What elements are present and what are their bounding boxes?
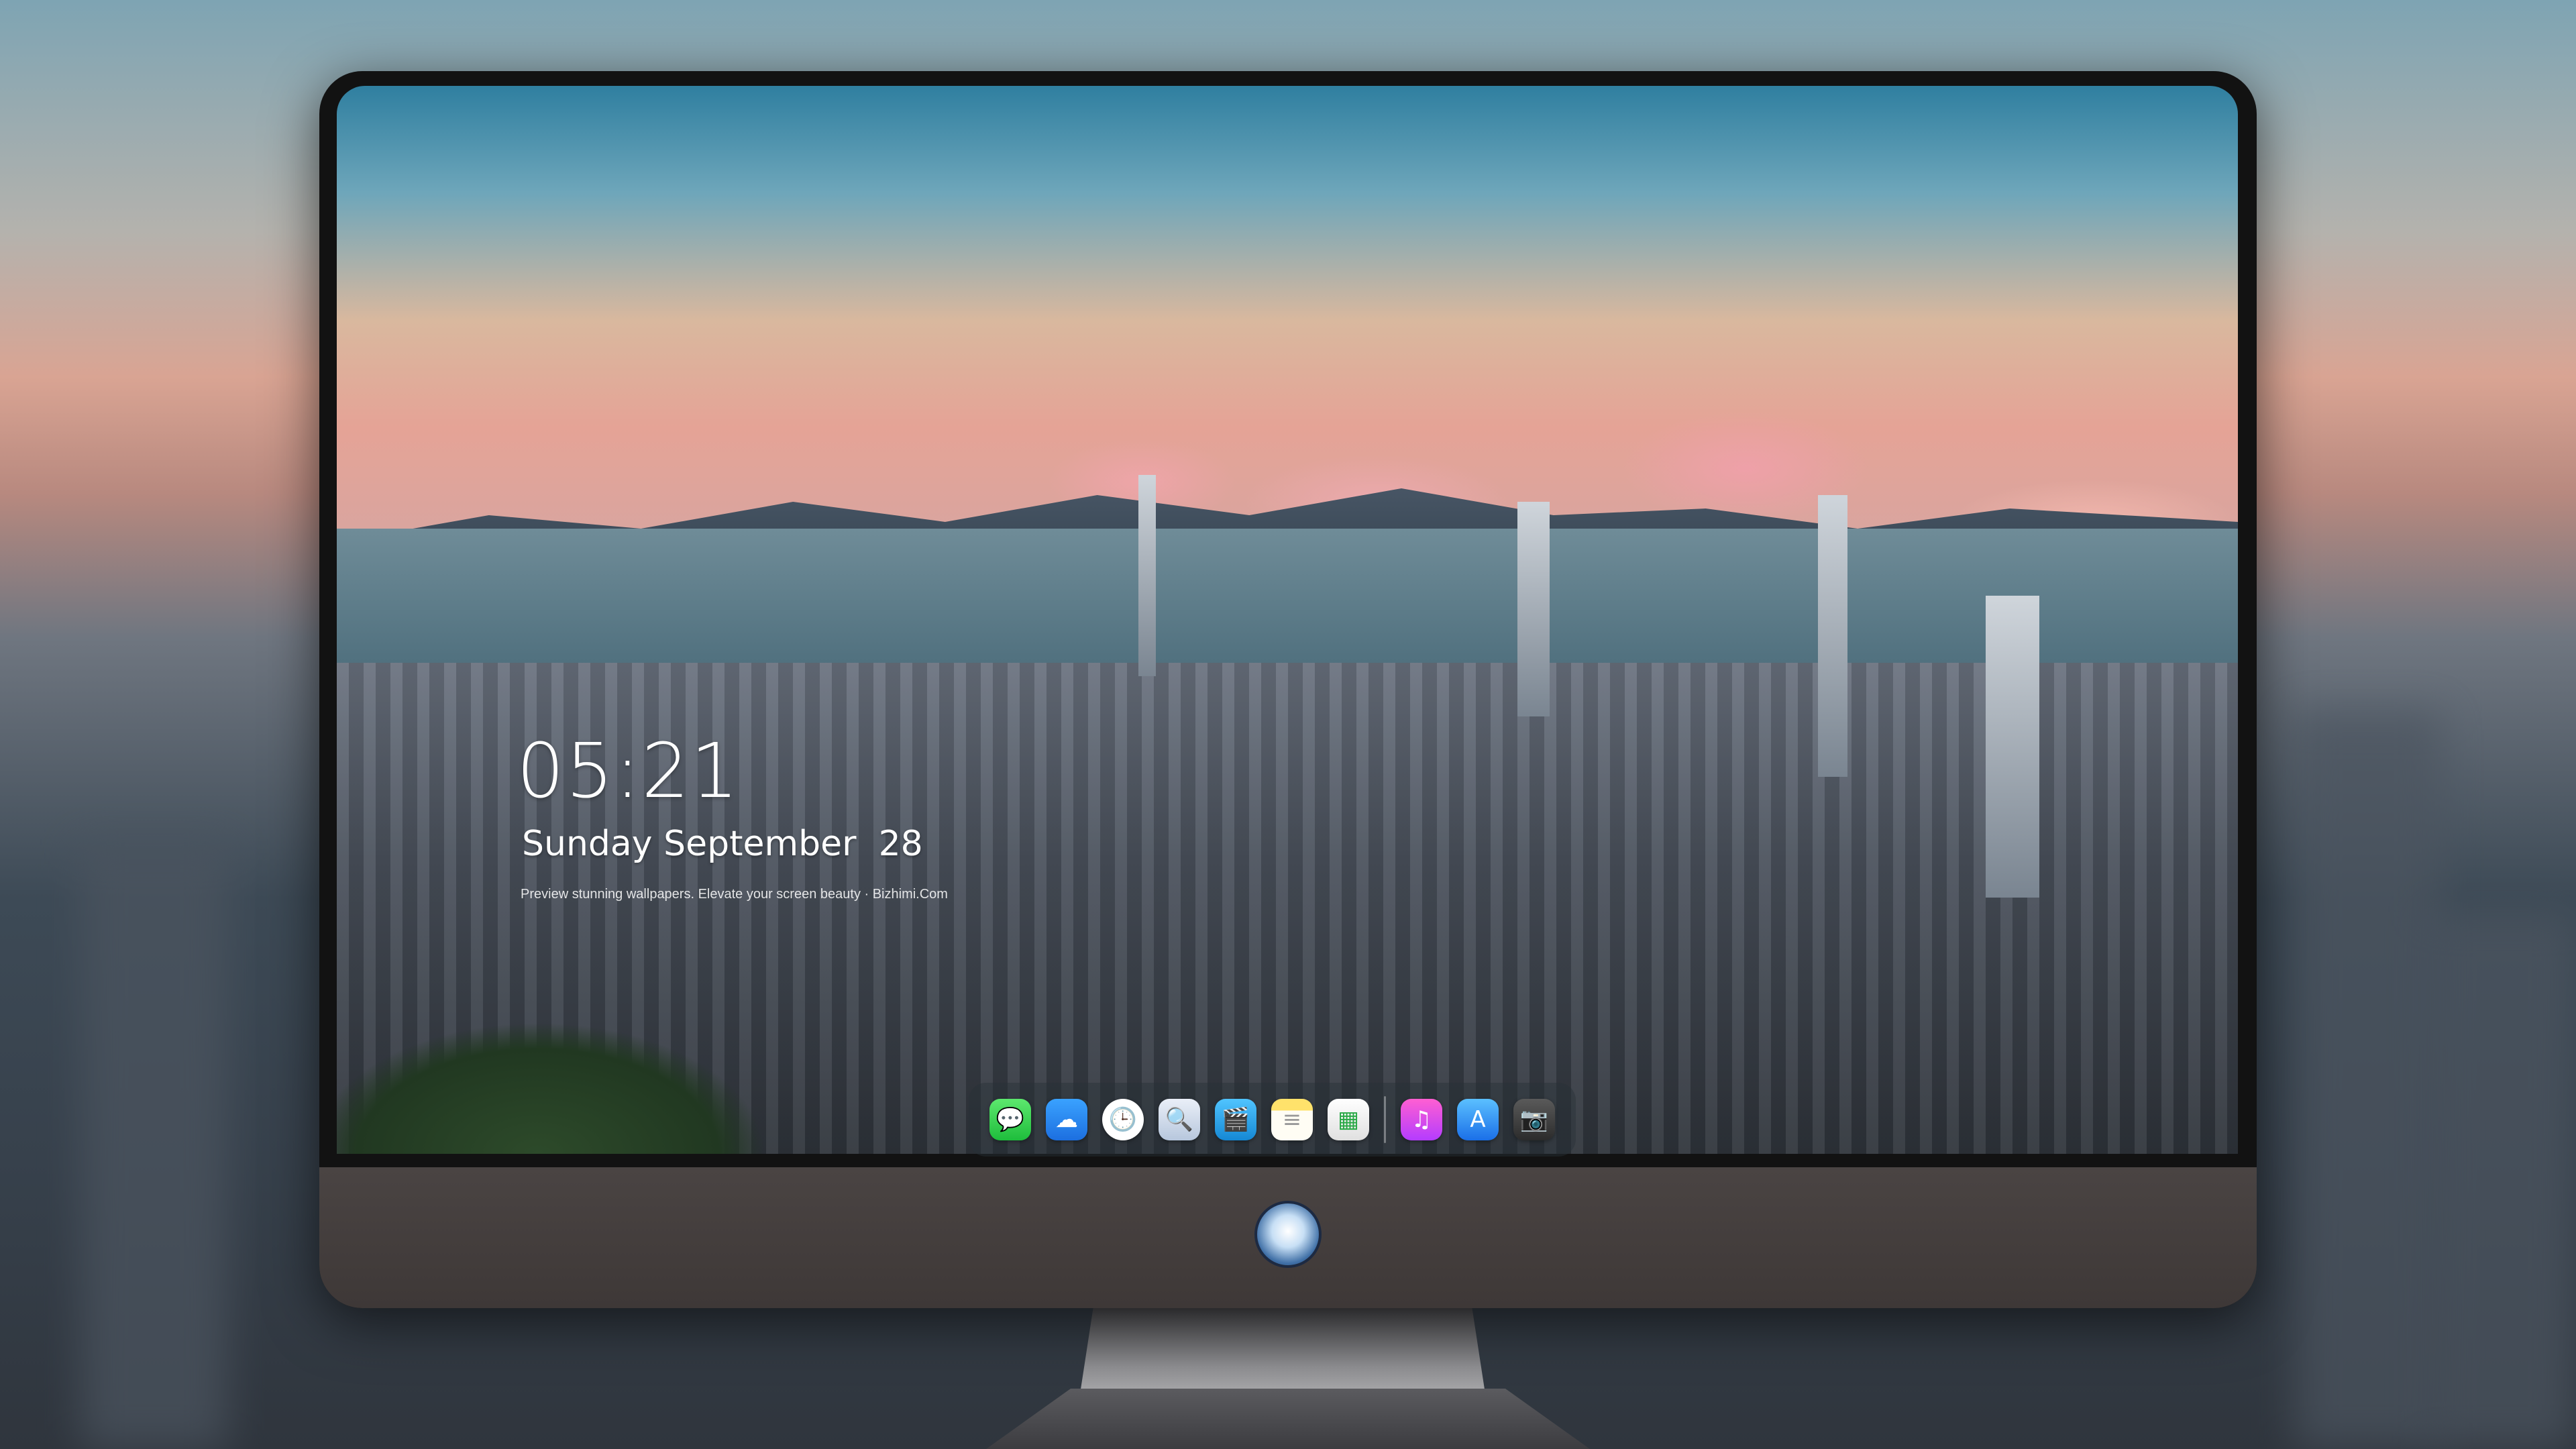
messages-app-icon[interactable]: 💬 [989, 1099, 1031, 1140]
clips-app-icon[interactable]: 🎬 [1215, 1099, 1256, 1140]
notes-app-icon[interactable]: ≡ [1271, 1099, 1313, 1140]
clips-glyph: 🎬 [1221, 1106, 1250, 1133]
wallpaper-trees [337, 979, 941, 1154]
camera-app-icon[interactable]: 📷 [1513, 1099, 1555, 1140]
background-building [80, 845, 228, 1449]
notes-glyph: ≡ [1282, 1106, 1302, 1133]
wallpaper-tower [1138, 475, 1156, 676]
preview-glyph: 🔍 [1165, 1106, 1194, 1133]
preview-app-icon[interactable]: 🔍 [1159, 1099, 1200, 1140]
background-building [2294, 711, 2442, 1449]
app-store-glyph: A [1470, 1106, 1486, 1133]
weather-app-icon[interactable]: ☁ [1046, 1099, 1087, 1140]
clock-glyph: 🕒 [1108, 1106, 1138, 1133]
app-store-icon[interactable]: A [1457, 1099, 1499, 1140]
music-app-icon[interactable]: ♫ [1401, 1099, 1442, 1140]
wallpaper-tower [1986, 596, 2039, 898]
wallpaper-tower [1818, 495, 1847, 777]
dock-separator [1384, 1096, 1386, 1143]
wallpaper-caption: Preview stunning wallpapers. Elevate you… [521, 887, 948, 902]
weather-glyph: ☁ [1055, 1106, 1078, 1133]
numbers-glyph: ▦ [1337, 1106, 1360, 1133]
clock-app-icon[interactable]: 🕒 [1102, 1099, 1144, 1140]
camera-glyph: 📷 [1519, 1106, 1549, 1133]
monitor-stand-foot [986, 1389, 1590, 1449]
background-building [2428, 912, 2576, 1449]
lockscreen-clock: 05:21 [517, 728, 740, 815]
desktop-screen [337, 86, 2238, 1154]
messages-glyph: 💬 [996, 1106, 1025, 1133]
lockscreen-date: Sunday September 28 [522, 824, 923, 864]
wallpaper-tower [1517, 502, 1550, 716]
music-glyph: ♫ [1411, 1106, 1432, 1133]
brand-logo-icon [1254, 1201, 1322, 1268]
dock: 💬 ☁ 🕒 🔍 🎬 ≡ ▦ ♫ A 📷 [969, 1083, 1576, 1157]
numbers-app-icon[interactable]: ▦ [1328, 1099, 1369, 1140]
